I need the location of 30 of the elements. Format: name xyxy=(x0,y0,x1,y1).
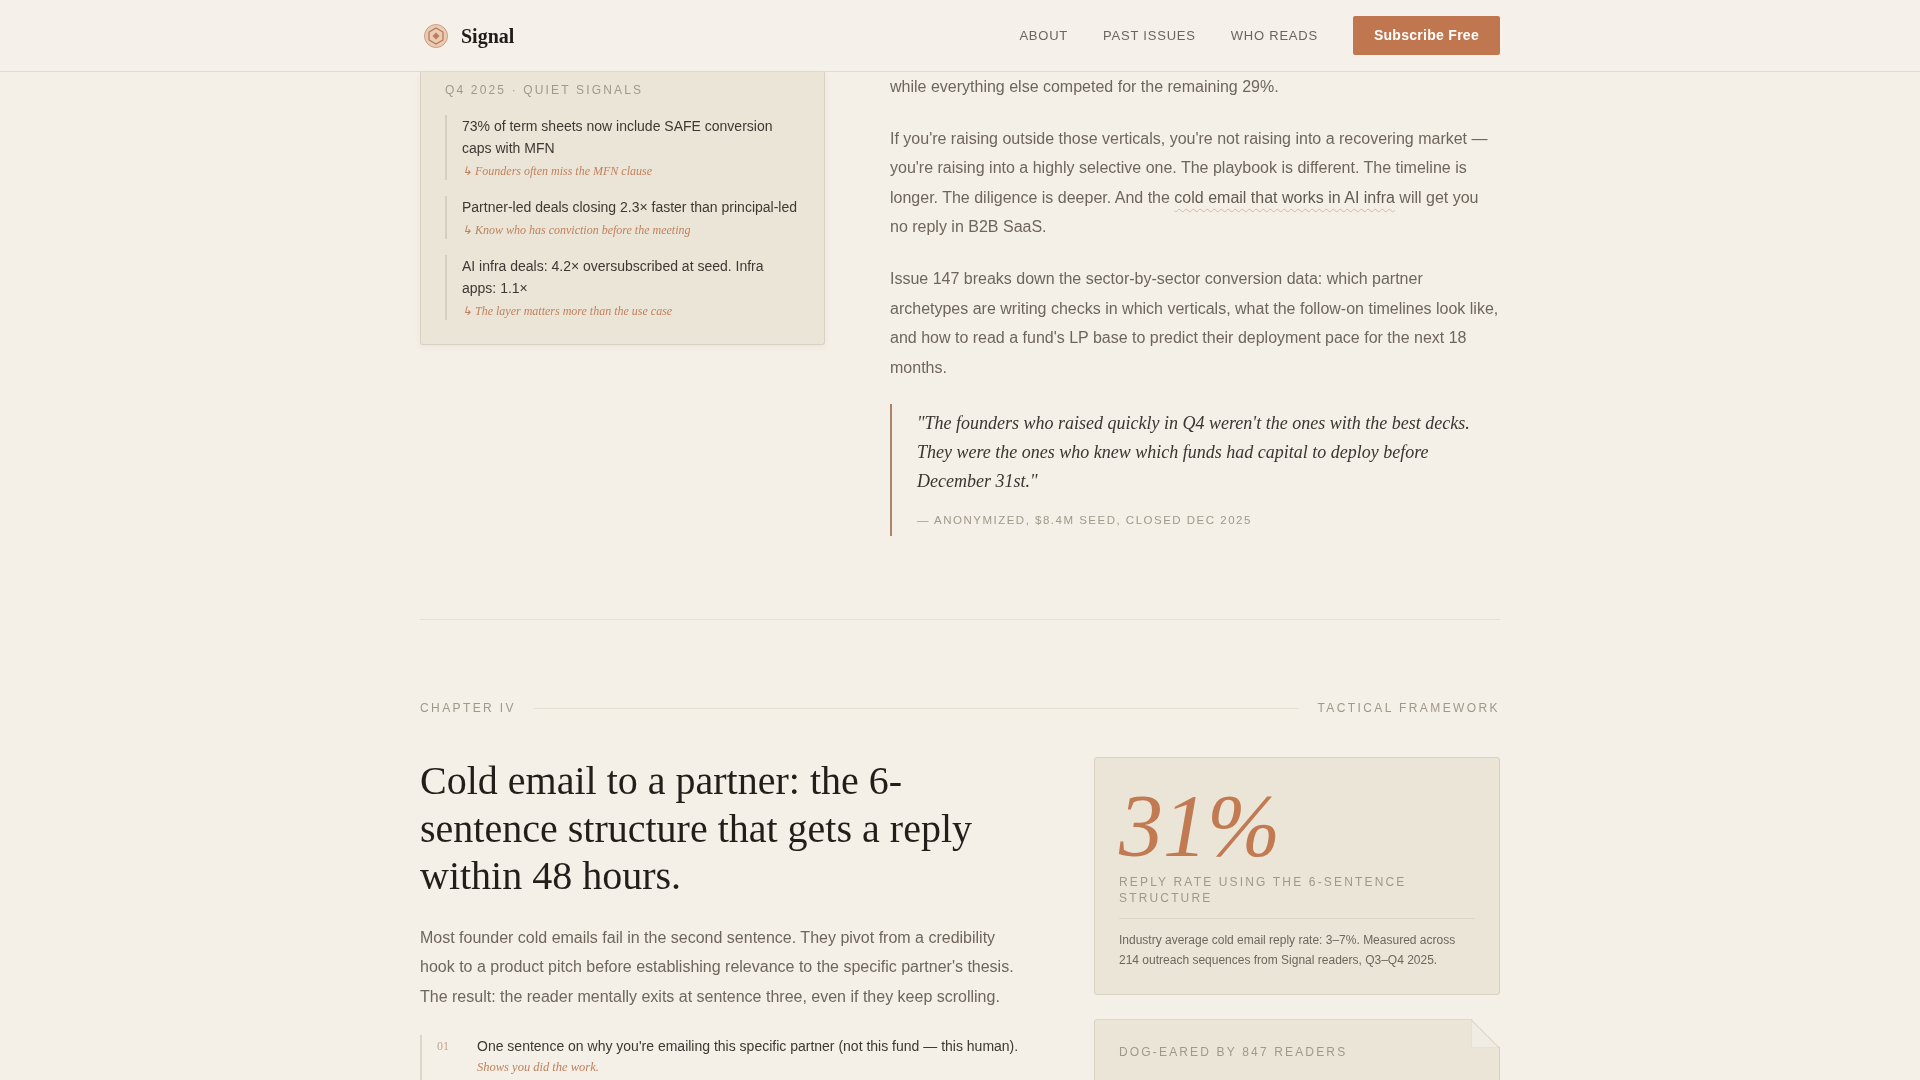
nav-link[interactable]: PAST ISSUES xyxy=(1103,27,1196,44)
stat-value: 31% xyxy=(1119,782,1282,871)
stat-label: REPLY RATE USING THE 6-SENTENCE STRUCTURE xyxy=(1119,874,1408,907)
signal-text: Partner-led deals closing 2.3× faster than principal-led xyxy=(462,198,799,217)
stat-detail: Industry average cold email reply rate: 3–7%. Measured across 214 outreach sequences from Signal readers, Q3–Q4 2025. xyxy=(1119,932,1457,969)
article-paragraph: Issue 147 breaks down the sector-by-sector conversion data: which partner archetypes are writing checks in which verticals, what the follow-on timelines look like, and how to read a fund's LP base to predict their deployment pace for the next 18 months. xyxy=(890,268,1500,378)
logo-wordmark[interactable]: Signal xyxy=(461,23,515,48)
section-tag: TACTICAL FRAMEWORK xyxy=(1317,700,1500,717)
signal-note: ↳ Founders often miss the MFN clause xyxy=(462,163,653,180)
chapter-intro: Most founder cold emails fail in the second sentence. They pivot from a credibility hook to a product pitch before establishing relevance to the specific partner's thesis. The result: the reader mentally exits at sentence three, even if they keep scrolling. xyxy=(420,927,1015,1007)
chapter-title: Cold email to a partner: the 6-sentence structure that gets a reply within 48 hours. xyxy=(420,757,973,900)
step-number: 01 xyxy=(437,1038,450,1056)
signal-note: ↳ The layer matters more than the use case xyxy=(462,303,674,320)
quote-attribution: — ANONYMIZED, $8.4M SEED, CLOSED DEC 2025 xyxy=(917,513,1253,529)
subscribe-button[interactable]: Subscribe Free xyxy=(1352,16,1500,55)
chapter-label: CHAPTER IV xyxy=(420,700,516,717)
card-label: DOG-EARED BY 847 READERS xyxy=(1119,1044,1349,1061)
logo-icon xyxy=(424,23,448,48)
quote-text: "The founders who raised quickly in Q4 weren't the ones with the best decks. They were the ones who knew which funds had capital to deploy before December 31st." xyxy=(917,412,1471,494)
annotated-link[interactable]: cold email that works in AI infra xyxy=(1174,188,1395,206)
article-paragraph: If you're raising outside those verticals, you're not raising into a recovering market — you're raising into a highly selective one. The playbook is different. The timeline is longer. The diligence is deeper. And the cold email that works in AI infra will get you no reply in B2B SaaS. xyxy=(890,128,1489,238)
signal-text: AI infra deals: 4.2× oversubscribed at seed. Infra apps: 1.1× xyxy=(462,257,765,298)
signal-text: 73% of term sheets now include SAFE conversion caps with MFN xyxy=(462,117,774,158)
card-label: Q4 2025 · QUIET SIGNALS xyxy=(445,82,645,98)
nav-link[interactable]: WHO READS xyxy=(1230,27,1318,44)
nav-link[interactable]: ABOUT xyxy=(1019,27,1069,44)
step-text: One sentence on why you're emailing this specific partner (not this fund — this human). xyxy=(477,1037,1019,1057)
signal-note: ↳ Know who has conviction before the meeting xyxy=(462,222,692,239)
article-paragraph: while everything else competed for the remaining 29%. xyxy=(890,77,1280,97)
step-note: Shows you did the work. xyxy=(477,1059,600,1077)
